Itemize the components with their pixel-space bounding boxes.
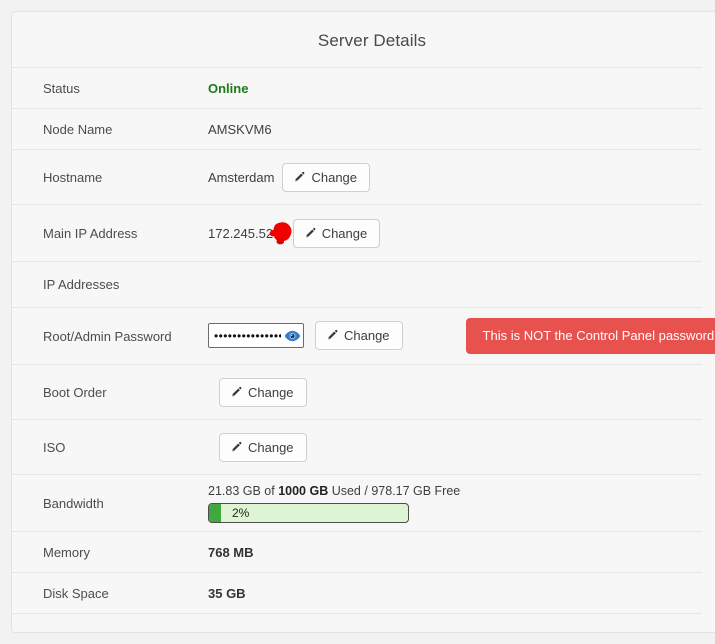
change-iso-button[interactable]: Change (219, 432, 307, 462)
row-label-ip-addresses: IP Addresses (43, 277, 120, 292)
row-value-bandwidth: 21.83 GB of 1000 GB Used / 978.17 GB Fre… (208, 475, 702, 532)
pencil-icon (293, 171, 306, 184)
bandwidth-block: 21.83 GB of 1000 GB Used / 978.17 GB Fre… (208, 483, 702, 523)
row-value-hostname: Amsterdam Change (208, 150, 702, 205)
row-label-boot-order: Boot Order (43, 384, 107, 400)
row-value-boot-order: Change (208, 365, 702, 420)
change-main-ip-label: Change (321, 225, 368, 241)
pencil-icon (304, 227, 317, 240)
table-row-main-ip: Main IP Address 172.245.52. Change (12, 204, 702, 262)
table-row-root-password: Root/Admin Password •••••••••••••••• Cha… (12, 307, 715, 365)
row-value-node-name: AMSKVM6 (208, 109, 702, 150)
table-row-bandwidth: Bandwidth 21.83 GB of 1000 GB Used / 978… (12, 474, 702, 532)
main-ip-value: 172.245.52. (208, 225, 277, 241)
row-value-root-password: Change This is NOT the Control Panel pas… (208, 308, 715, 365)
eye-icon[interactable] (284, 329, 301, 342)
row-value-ip-addresses (208, 262, 702, 308)
row-label-iso: ISO (43, 439, 66, 455)
change-root-password-label: Change (344, 328, 390, 344)
row-label-status: Status (43, 80, 80, 96)
page-root: Server Details Status Online Node Name A… (0, 0, 715, 644)
page-title: Server Details (317, 31, 427, 50)
hostname-value: Amsterdam (208, 169, 275, 185)
server-details-panel: Server Details Status Online Node Name A… (11, 11, 715, 633)
row-value-iso: Change (208, 420, 702, 475)
table-row-boot-order: Boot Order Change (12, 364, 702, 420)
table-row-memory: Memory 768 MB (12, 531, 702, 573)
bandwidth-used: 21.83 GB (208, 484, 261, 498)
table-row-iso: ISO Change (12, 419, 702, 475)
status-badge: Online (208, 80, 249, 96)
row-label-memory: Memory (43, 544, 90, 560)
table-bottom-divider (12, 613, 702, 615)
bandwidth-of-word: of (260, 484, 279, 498)
disk-space-value: 35 GB (208, 585, 246, 601)
table-row-hostname: Hostname Amsterdam Change (12, 149, 702, 205)
row-label-root-password: Root/Admin Password (43, 328, 172, 344)
table-row-ip-addresses: IP Addresses (12, 261, 702, 308)
row-value-main-ip: 172.245.52. Change (208, 205, 702, 262)
change-hostname-label: Change (311, 169, 358, 185)
change-boot-order-label: Change (248, 384, 294, 400)
bandwidth-free: 978.17 GB Free (371, 484, 461, 498)
change-main-ip-button[interactable]: Change (292, 218, 381, 248)
pencil-icon (326, 329, 339, 342)
change-hostname-button[interactable]: Change (282, 162, 371, 192)
table-row-status: Status Online (12, 67, 702, 109)
server-details-table: Status Online Node Name AMSKVM6 Hostname (12, 67, 715, 615)
table-row-node-name: Node Name AMSKVM6 (12, 108, 702, 150)
row-label-main-ip: Main IP Address (43, 225, 138, 241)
bandwidth-progress-fill (209, 504, 221, 522)
password-field-wrapper (208, 323, 304, 349)
row-label-bandwidth: Bandwidth (43, 495, 104, 511)
change-boot-order-button[interactable]: Change (219, 377, 307, 407)
main-ip-wrapper: 172.245.52. (208, 222, 292, 245)
pencil-icon (230, 441, 243, 454)
bandwidth-summary-text: 21.83 GB of 1000 GB Used / 978.17 GB Fre… (208, 484, 702, 498)
bandwidth-progress-label: 2% (232, 506, 250, 520)
change-iso-label: Change (248, 439, 294, 455)
bandwidth-total: 1000 GB (278, 484, 329, 498)
row-value-memory: 768 MB (208, 532, 702, 573)
row-label-node-name: Node Name (43, 121, 113, 137)
node-name-value: AMSKVM6 (208, 121, 272, 137)
pencil-icon (230, 386, 243, 399)
bandwidth-progress-bar: 2% (208, 503, 409, 523)
control-panel-password-warning-button[interactable]: This is NOT the Control Panel password (465, 317, 715, 355)
table-row-disk-space: Disk Space 35 GB (12, 572, 702, 614)
row-value-disk-space: 35 GB (208, 573, 702, 614)
change-root-password-button[interactable]: Change (315, 321, 403, 351)
memory-value: 768 MB (208, 544, 254, 560)
row-label-hostname: Hostname (43, 169, 103, 185)
row-value-status: Online (208, 68, 702, 109)
row-label-disk-space: Disk Space (43, 585, 109, 601)
bandwidth-used-word: Used / (328, 484, 372, 498)
